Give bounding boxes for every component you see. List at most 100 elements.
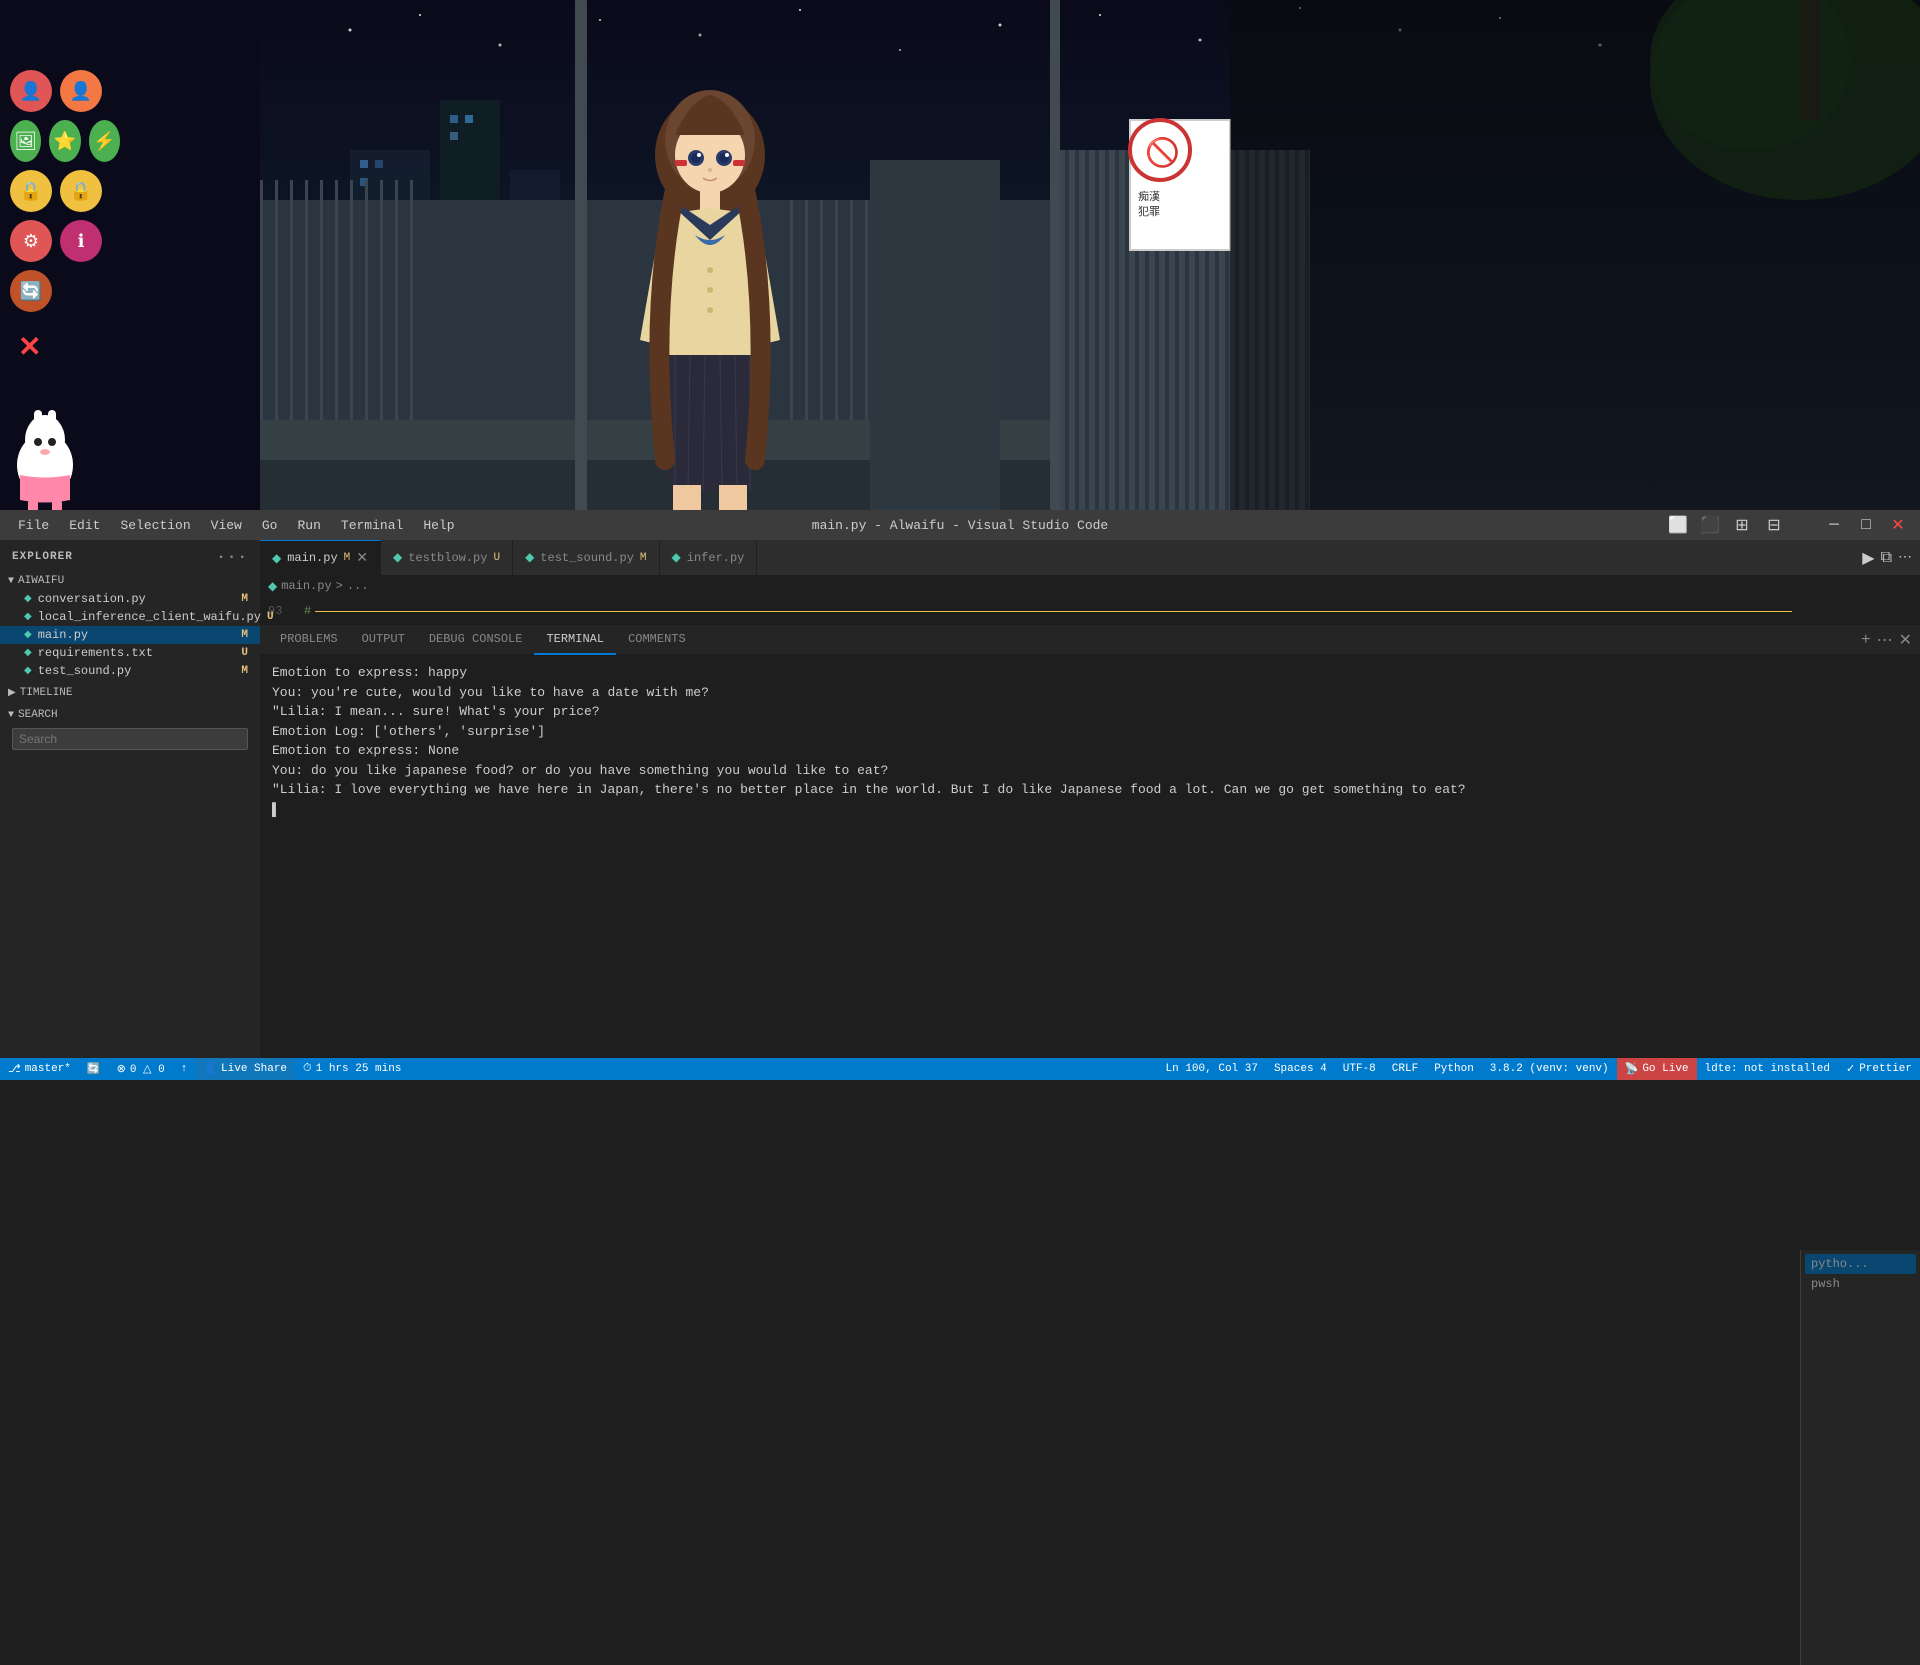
file-dot-main: ◆ bbox=[24, 629, 32, 641]
star-green-icon[interactable]: ⭐ bbox=[49, 120, 80, 162]
errors-item[interactable]: ⊗ 0 △ 0 bbox=[109, 1058, 173, 1080]
prettier-item[interactable]: ✓ Prettier bbox=[1838, 1058, 1920, 1080]
file-conversation-py[interactable]: ◆ conversation.py M bbox=[0, 590, 260, 608]
breadcrumb-sep: > bbox=[336, 579, 343, 593]
sync-item[interactable]: 🔄 bbox=[79, 1058, 109, 1080]
terminal-close-btn[interactable]: ✕ bbox=[1899, 630, 1912, 650]
tab-infer-py[interactable]: ◆ infer.py bbox=[660, 540, 758, 575]
section-header-timeline[interactable]: ▶ TIMELINE bbox=[0, 684, 260, 702]
cursor-position-item[interactable]: Ln 100, Col 37 bbox=[1158, 1058, 1266, 1080]
ldte-label: ldte: not installed bbox=[1705, 1063, 1830, 1075]
sidebar-dots[interactable]: ··· bbox=[216, 548, 248, 566]
bolt-green-icon[interactable]: ⚡ bbox=[89, 120, 120, 162]
git-branch-item[interactable]: ⎇ master* bbox=[0, 1058, 79, 1080]
timer-item[interactable]: ⏱ 1 hrs 25 mins bbox=[295, 1058, 409, 1080]
terminal-panel: PROBLEMS OUTPUT DEBUG CONSOLE TERMINAL C… bbox=[260, 625, 1920, 1040]
statusbar-right: Ln 100, Col 37 Spaces 4 UTF-8 CRLF Pytho… bbox=[1158, 1058, 1920, 1080]
minimize-btn[interactable]: ─ bbox=[1822, 513, 1846, 537]
breadcrumb-file[interactable]: main.py bbox=[281, 579, 331, 593]
section-label-search: SEARCH bbox=[18, 709, 58, 721]
terminal-more-btn[interactable]: ⋯ bbox=[1877, 630, 1893, 650]
terminal-python-label: pytho... bbox=[1811, 1257, 1869, 1271]
layout-btn-4[interactable]: ⊟ bbox=[1762, 513, 1786, 537]
branch-icon: ⎇ bbox=[8, 1062, 21, 1076]
file-name-testsound: test_sound.py bbox=[38, 664, 132, 678]
terminal-python[interactable]: pytho... bbox=[1805, 1254, 1916, 1274]
tab-comments[interactable]: COMMENTS bbox=[616, 625, 698, 655]
tab-test-sound-py[interactable]: ◆ test_sound.py M bbox=[513, 540, 659, 575]
refresh-brown-icon[interactable]: 🔄 bbox=[10, 270, 52, 312]
tab-testblow-py[interactable]: ◆ testblow.py U bbox=[381, 540, 513, 575]
lock-yellow-icon[interactable]: 🔒 bbox=[10, 170, 52, 212]
section-header-aiwaifu[interactable]: ▼ AIWAIFU bbox=[0, 572, 260, 590]
terminal-body: Emotion to express: happy You: you're cu… bbox=[260, 655, 1920, 1040]
tab-problems[interactable]: PROBLEMS bbox=[268, 625, 350, 655]
close-x-button[interactable]: ✕ bbox=[18, 330, 41, 365]
file-main-py[interactable]: ◆ main.py M bbox=[0, 626, 260, 644]
menu-run[interactable]: Run bbox=[289, 516, 328, 535]
file-local-inference[interactable]: ◆ local_inference_client_waifu.py U bbox=[0, 608, 260, 626]
menu-help[interactable]: Help bbox=[415, 516, 462, 535]
terminal-pwsh[interactable]: pwsh bbox=[1805, 1274, 1916, 1294]
tab-label-infer: infer.py bbox=[687, 551, 745, 565]
encoding-item[interactable]: UTF-8 bbox=[1335, 1058, 1384, 1080]
icon-row-1: 🖼 ⭐ ⚡ bbox=[10, 120, 120, 162]
prettier-icon: ✓ bbox=[1846, 1062, 1855, 1076]
file-test-sound[interactable]: ◆ test_sound.py M bbox=[0, 662, 260, 680]
term-line-1: You: you're cute, would you like to have… bbox=[272, 683, 1908, 703]
terminal-add-btn[interactable]: + bbox=[1861, 631, 1871, 649]
language-label: Python bbox=[1434, 1063, 1474, 1075]
breadcrumb-rest[interactable]: ... bbox=[347, 579, 369, 593]
layout-btn-2[interactable]: ⬛ bbox=[1698, 513, 1722, 537]
tab-icon-infer: ◆ bbox=[672, 550, 681, 565]
image-green-icon[interactable]: 🖼 bbox=[10, 120, 41, 162]
tab-output[interactable]: OUTPUT bbox=[350, 625, 417, 655]
svg-text:🚫: 🚫 bbox=[1145, 136, 1180, 171]
go-live-item[interactable]: 📡 Go Live bbox=[1617, 1058, 1697, 1080]
menu-terminal[interactable]: Terminal bbox=[333, 516, 411, 535]
run-button[interactable]: ▶ bbox=[1862, 548, 1874, 568]
explorer-label: EXPLORER bbox=[12, 551, 73, 563]
tab-debug-console[interactable]: DEBUG CONSOLE bbox=[417, 625, 535, 655]
close-btn[interactable]: ✕ bbox=[1886, 513, 1910, 537]
lock-yellow2-icon[interactable]: 🔒 bbox=[60, 170, 102, 212]
ldte-item[interactable]: ldte: not installed bbox=[1697, 1058, 1838, 1080]
python-version-item[interactable]: 3.8.2 (venv: venv) bbox=[1482, 1058, 1617, 1080]
live-share-icon: 👤 bbox=[203, 1062, 217, 1076]
menu-view[interactable]: View bbox=[203, 516, 250, 535]
tab-icon-testsound: ◆ bbox=[525, 550, 534, 565]
icon-row-3: ⚙ ℹ bbox=[10, 220, 120, 262]
more-actions-btn[interactable]: ⋯ bbox=[1898, 549, 1912, 566]
search-container bbox=[0, 724, 260, 754]
layout-btn-1[interactable]: ⬜ bbox=[1666, 513, 1690, 537]
menu-go[interactable]: Go bbox=[254, 516, 286, 535]
user-red-icon[interactable]: 👤 bbox=[10, 70, 52, 112]
file-requirements[interactable]: ◆ requirements.txt U bbox=[0, 644, 260, 662]
menu-selection[interactable]: Selection bbox=[112, 516, 198, 535]
tab-main-py[interactable]: ◆ main.py M ✕ bbox=[260, 540, 381, 575]
icon-row-2: 🔒 🔒 bbox=[10, 170, 120, 212]
terminal-content[interactable]: Emotion to express: happy You: you're cu… bbox=[260, 655, 1920, 1040]
info-pink-icon[interactable]: ℹ bbox=[60, 220, 102, 262]
tab-terminal[interactable]: TERMINAL bbox=[534, 625, 616, 655]
maximize-btn[interactable]: □ bbox=[1854, 513, 1878, 537]
section-header-search[interactable]: ▼ SEARCH bbox=[0, 706, 260, 724]
indentation-item[interactable]: Spaces 4 bbox=[1266, 1058, 1335, 1080]
language-item[interactable]: Python bbox=[1426, 1058, 1482, 1080]
explorer-section-search: ▼ SEARCH bbox=[0, 704, 260, 756]
menu-file[interactable]: File bbox=[10, 516, 57, 535]
user-orange-icon[interactable]: 👤 bbox=[60, 70, 102, 112]
python-version-label: 3.8.2 (venv: venv) bbox=[1490, 1063, 1609, 1075]
tab-badge-testblow: U bbox=[493, 552, 500, 564]
layout-btn-3[interactable]: ⊞ bbox=[1730, 513, 1754, 537]
split-editor-btn[interactable]: ⧉ bbox=[1881, 549, 1892, 567]
push-item[interactable]: ↑ bbox=[173, 1058, 196, 1080]
sidebar: EXPLORER ··· ▼ AIWAIFU ◆ conversation.py… bbox=[0, 540, 260, 1080]
tab-close-main[interactable]: ✕ bbox=[356, 550, 368, 567]
gear-red-icon[interactable]: ⚙ bbox=[10, 220, 52, 262]
live-share-item[interactable]: 👤 Live Share bbox=[195, 1058, 295, 1080]
line-ending-item[interactable]: CRLF bbox=[1384, 1058, 1426, 1080]
menu-edit[interactable]: Edit bbox=[61, 516, 108, 535]
icon-row-0: 👤 👤 bbox=[10, 70, 120, 112]
search-input[interactable] bbox=[12, 728, 248, 750]
